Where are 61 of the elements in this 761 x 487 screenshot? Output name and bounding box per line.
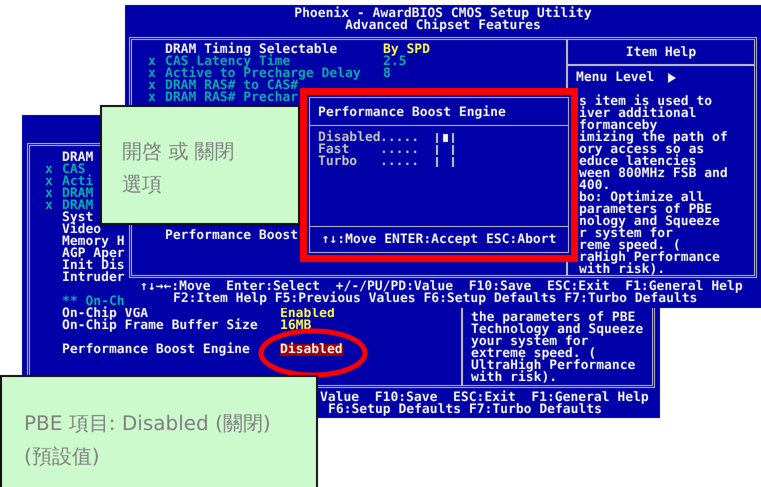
help-text: Technology and Squeeze bbox=[471, 324, 644, 336]
disabled-marker: x bbox=[45, 188, 54, 200]
disabled-marker: x bbox=[148, 56, 157, 68]
disabled-marker: x bbox=[148, 68, 157, 80]
dot-leader: ..... bbox=[380, 156, 420, 168]
help-text: nology and Squeeze bbox=[579, 216, 721, 228]
note-text: 選項 bbox=[122, 171, 163, 198]
help-text: with risk). bbox=[579, 264, 666, 276]
help-text: your system for bbox=[471, 336, 589, 348]
setting-value[interactable]: By SPD bbox=[383, 44, 430, 56]
disabled-marker: x bbox=[45, 176, 54, 188]
dot-leader: ..... bbox=[380, 132, 420, 144]
help-text: UltraHigh Performance bbox=[471, 360, 636, 372]
help-text: r system for bbox=[579, 228, 673, 240]
option-label[interactable]: Turbo bbox=[318, 156, 380, 168]
disabled-marker: x bbox=[45, 200, 54, 212]
setting-name[interactable]: Video bbox=[62, 224, 102, 236]
triangle-icon bbox=[668, 73, 676, 83]
help-text: with risk). bbox=[471, 372, 558, 384]
setting-name[interactable]: Init Dis bbox=[62, 260, 125, 272]
setting-name[interactable]: Performance Boost Engine bbox=[62, 344, 250, 356]
setting-name[interactable]: DRAM bbox=[62, 152, 94, 164]
help-heading: Item Help bbox=[568, 40, 754, 66]
help-text: formanceby bbox=[579, 120, 658, 132]
setting-name[interactable]: Syst bbox=[62, 212, 94, 224]
disabled-marker: x bbox=[148, 80, 157, 92]
setting-name[interactable]: Memory H bbox=[62, 236, 125, 248]
setting-name[interactable]: On-Chip Frame Buffer Size bbox=[62, 320, 258, 332]
key-hints: Value F10:Save ESC:Exit F1:General Help bbox=[320, 392, 650, 404]
window-title: Advanced Chipset Features bbox=[345, 20, 541, 32]
help-text: imizing the path of bbox=[579, 132, 729, 144]
setting-name[interactable]: DRAM Timing Selectable bbox=[165, 44, 338, 56]
option-checkbox[interactable] bbox=[436, 157, 454, 167]
help-text: iver additional bbox=[579, 108, 698, 120]
dot-leader: ..... bbox=[380, 144, 420, 156]
setting-value[interactable]: Enabled bbox=[280, 308, 335, 320]
help-text: the parameters of PBE bbox=[471, 312, 636, 324]
disabled-marker: x bbox=[148, 92, 157, 104]
setting-value[interactable]: Disabled bbox=[280, 344, 343, 356]
help-text: ween 800MHz FSB and bbox=[579, 168, 729, 180]
key-hints: F6:Setup Defaults F7:Turbo Defaults bbox=[328, 404, 603, 416]
help-text: 400. bbox=[579, 180, 610, 192]
option-checkbox[interactable] bbox=[436, 145, 454, 155]
note-text: (預設值) bbox=[24, 443, 101, 470]
setting-name[interactable]: Performance Boost bbox=[165, 230, 298, 242]
option-label[interactable]: Fast bbox=[318, 144, 380, 156]
note-text: PBE 項目: Disabled (關閉) bbox=[24, 410, 272, 437]
key-hints: F2:Item Help F5:Previous Values F6:Setup Defaults F7:Turbo Defaults bbox=[173, 293, 698, 305]
popup-title: Performance Boost Engine bbox=[310, 98, 568, 126]
option-checkbox[interactable] bbox=[436, 133, 454, 143]
menu-level-label: Menu Level bbox=[576, 72, 654, 84]
help-text: educe latencies bbox=[579, 156, 698, 168]
key-hints: ↑↓:Move ENTER:Accept ESC:Abort bbox=[310, 226, 568, 252]
setting-value[interactable]: 16MB bbox=[280, 320, 312, 332]
setting-name[interactable]: On-Chip VGA bbox=[62, 308, 148, 320]
option-label[interactable]: Disabled bbox=[318, 132, 380, 144]
help-text: bo: Optimize all bbox=[579, 192, 704, 204]
help-text: parameters of PBE bbox=[579, 204, 712, 216]
disabled-marker: x bbox=[45, 164, 54, 176]
note-text: 開啓 或 關閉 bbox=[122, 138, 236, 165]
setting-name[interactable]: Intruder bbox=[62, 272, 125, 284]
